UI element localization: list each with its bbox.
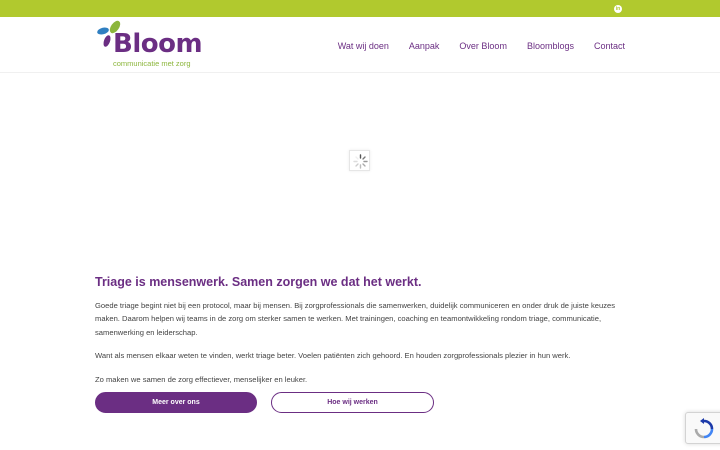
intro-section: Triage is mensenwerk. Samen zorgen we da… — [95, 275, 625, 386]
meer-over-ons-button[interactable]: Meer over ons — [95, 392, 257, 413]
hoe-wij-werken-button[interactable]: Hoe wij werken — [271, 392, 434, 413]
nav-item-wat-wij-doen[interactable]: Wat wij doen — [338, 41, 389, 51]
loading-icon — [353, 154, 368, 169]
recaptcha-badge[interactable] — [685, 412, 720, 444]
main-nav: Wat wij doen Aanpak Over Bloom Bloomblog… — [338, 41, 625, 51]
top-bar: in — [0, 0, 720, 17]
bloom-logo[interactable]: Bloom communicatie met zorg — [95, 20, 210, 70]
nav-item-contact[interactable]: Contact — [594, 41, 625, 51]
intro-paragraph: Zo maken we samen de zorg effectiever, m… — [95, 374, 308, 384]
nav-item-aanpak[interactable]: Aanpak — [409, 41, 440, 51]
linkedin-icon[interactable]: in — [614, 5, 622, 13]
loading-placeholder — [349, 150, 370, 171]
recaptcha-icon — [694, 418, 714, 439]
nav-item-over-bloom[interactable]: Over Bloom — [459, 41, 507, 51]
intro-paragraph: Goede triage begint niet bij een protoco… — [95, 301, 616, 337]
intro-paragraph: Want als mensen elkaar weten te vinden, … — [95, 351, 571, 361]
site-header: Bloom communicatie met zorg Wat wij doen… — [0, 17, 720, 73]
logo-wordmark: Bloom — [113, 29, 203, 59]
page-headline: Triage is mensenwerk. Samen zorgen we da… — [95, 275, 422, 289]
logo-tagline: communicatie met zorg — [113, 59, 191, 68]
nav-item-bloomblogs[interactable]: Bloomblogs — [527, 41, 574, 51]
